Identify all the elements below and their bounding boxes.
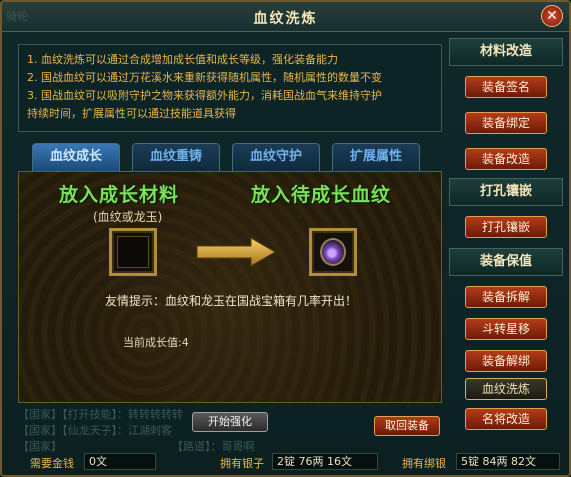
sidebar-item-equip-unbind[interactable]: 装备解绑 <box>465 350 547 372</box>
tab-bloodline-guard[interactable]: 血纹守护 <box>232 143 320 171</box>
retrieve-equipment-button[interactable]: 取回装备 <box>374 416 440 436</box>
tab-extend-attributes[interactable]: 扩展属性 <box>332 143 420 171</box>
refine-window: 骑轮 血纹洗炼 ✕ 1. 血纹洗炼可以通过合成增加成长值和成长等级，强化装备能力… <box>0 0 571 477</box>
arrow-right-icon <box>196 237 276 267</box>
bloodline-slot[interactable] <box>309 228 357 276</box>
window-title: 血纹洗炼 <box>253 11 318 27</box>
friendly-tip: 友情提示：血纹和龙玉在国战宝箱有几率开出！ <box>105 294 358 308</box>
silver-label: 拥有银子 <box>220 457 264 470</box>
bound-silver-value: 5锭 84两 82文 <box>456 453 560 470</box>
section-equip-preserve: 装备保值 <box>449 248 563 276</box>
growth-panel: 放入成长材料 (血纹或龙玉) 放入待成长血纹 友情提示：血纹和龙玉在国战宝箱有几… <box>18 171 442 403</box>
currency-status-bar: 需要金钱 0文 拥有银子 2锭 76两 16文 拥有绑银 5锭 84两 82文 <box>16 452 564 472</box>
tab-bloodline-growth[interactable]: 血纹成长 <box>32 143 120 171</box>
material-slot-inner <box>117 236 149 268</box>
growth-value-row: 当前成长值:4 <box>123 334 189 350</box>
sidebar: 材料改造 装备签名 装备绑定 装备改造 打孔镶嵌 打孔镶嵌 装备保值 装备拆解 … <box>449 38 563 436</box>
money-label: 需要金钱 <box>30 457 74 470</box>
info-line: 3. 国战血纹可以吸附守护之物来获得额外能力，消耗国战血气来维持守护 <box>27 89 382 102</box>
growth-label: 当前成长值: <box>123 336 182 349</box>
section-material-rework: 材料改造 <box>449 38 563 66</box>
bound-silver-label: 拥有绑银 <box>402 457 446 470</box>
silver-value: 2锭 76两 16文 <box>272 453 378 470</box>
chat-ghost-line: 【国家】【打开技能】：转转转转转 <box>18 408 183 421</box>
section-socket-inlay: 打孔镶嵌 <box>449 178 563 206</box>
sidebar-item-general-rework[interactable]: 名将改造 <box>465 408 547 430</box>
sidebar-item-equip-sign[interactable]: 装备签名 <box>465 76 547 98</box>
info-line: 持续时间，扩展属性可以通过技能道具获得 <box>27 107 236 120</box>
money-value: 0文 <box>84 453 156 470</box>
material-title: 放入成长材料 <box>59 184 180 206</box>
close-icon: ✕ <box>546 8 558 24</box>
start-strengthen-button[interactable]: 开始强化 <box>192 412 268 432</box>
info-box: 1. 血纹洗炼可以通过合成增加成长值和成长等级，强化装备能力 2. 国战血纹可以… <box>18 44 442 132</box>
tab-bloodline-recast[interactable]: 血纹重铸 <box>132 143 220 171</box>
info-line: 1. 血纹洗炼可以通过合成增加成长值和成长等级，强化装备能力 <box>27 53 338 66</box>
chat-ghost-line: 【国家】【仙龙天子】：江湖刺客 <box>18 424 172 437</box>
sidebar-item-equip-dismantle[interactable]: 装备拆解 <box>465 286 547 308</box>
sidebar-item-socket-inlay[interactable]: 打孔镶嵌 <box>465 216 547 238</box>
info-line: 2. 国战血纹可以通过万花溪水来重新获得随机属性，随机属性的数量不变 <box>27 71 382 84</box>
titlebar[interactable]: 骑轮 血纹洗炼 ✕ <box>2 2 569 32</box>
sidebar-item-equip-rework[interactable]: 装备改造 <box>465 148 547 170</box>
growth-value: 4 <box>181 336 189 349</box>
close-button[interactable]: ✕ <box>541 5 563 27</box>
material-subtitle: (血纹或龙玉) <box>93 210 163 224</box>
sidebar-item-star-shift[interactable]: 斗转星移 <box>465 318 547 340</box>
bloodline-orb-icon <box>320 238 346 266</box>
material-slot[interactable] <box>109 228 157 276</box>
target-title: 放入待成长血纹 <box>251 184 392 206</box>
sidebar-item-bloodline-refine[interactable]: 血纹洗炼 <box>465 378 547 400</box>
sidebar-item-equip-bind[interactable]: 装备绑定 <box>465 112 547 134</box>
